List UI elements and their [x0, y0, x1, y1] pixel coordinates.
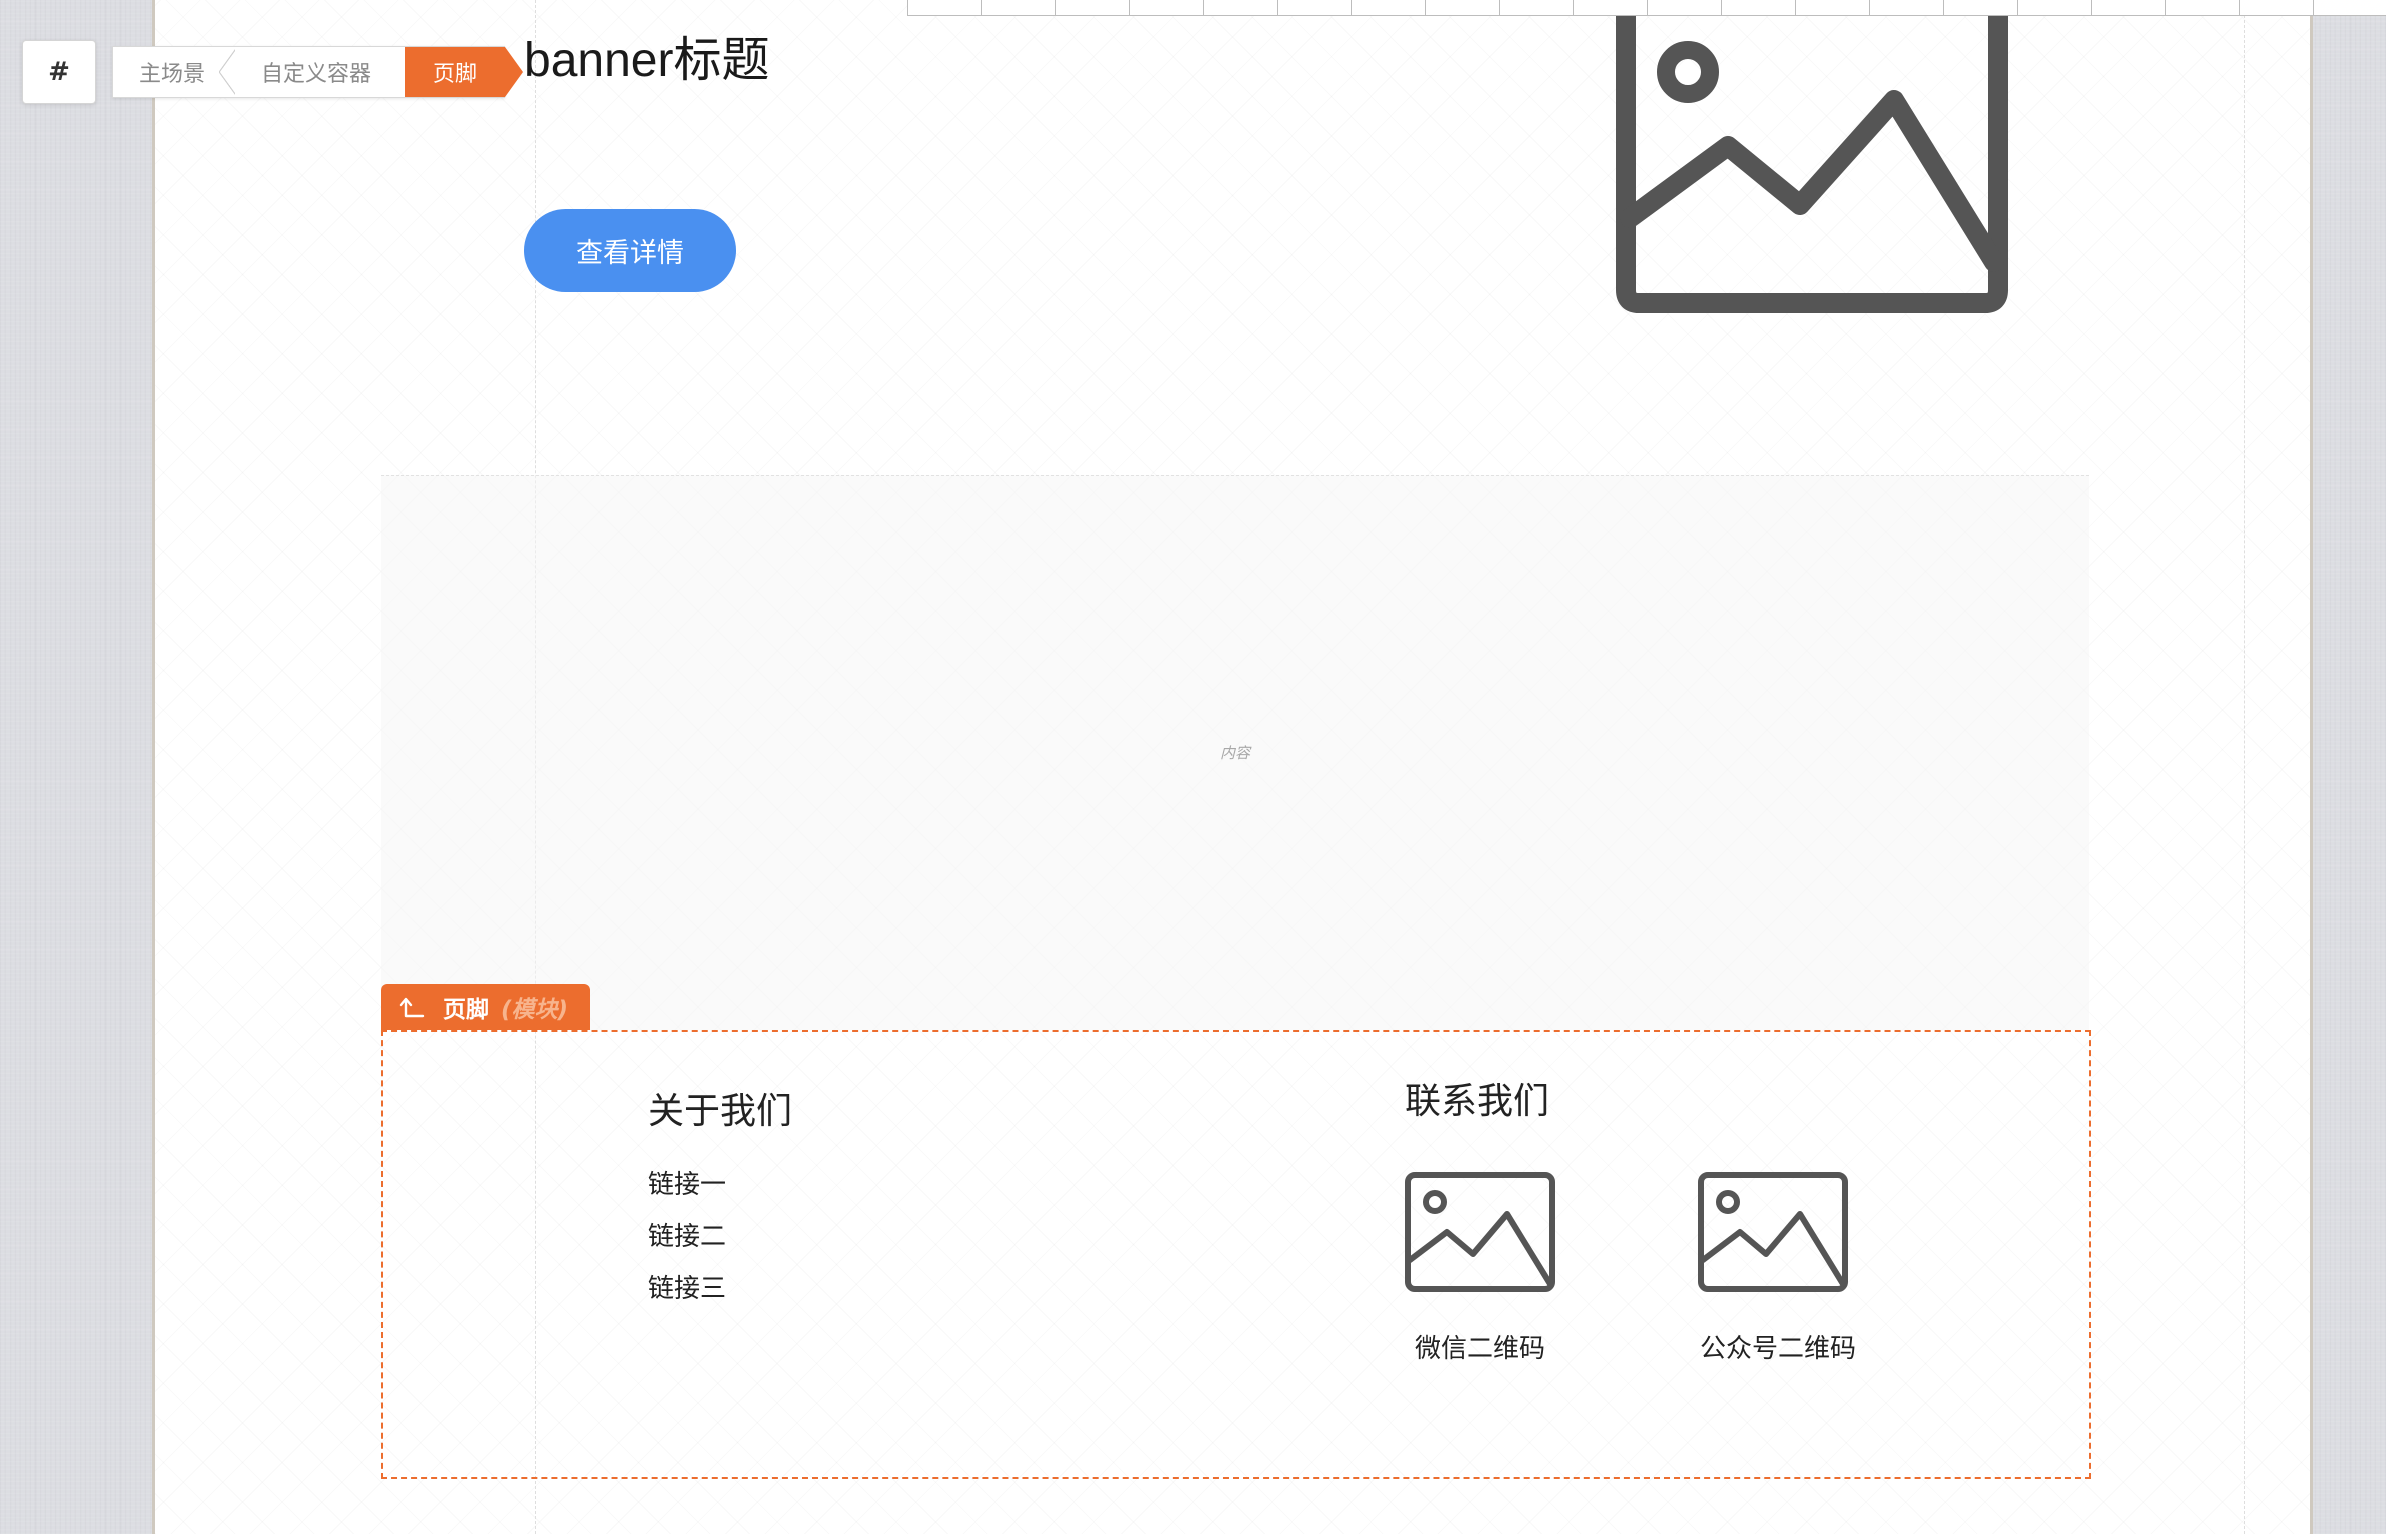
ruler-tick	[1869, 0, 1943, 16]
ruler-tick	[1573, 0, 1647, 16]
module-name: 页脚	[443, 997, 489, 1023]
ruler-tick	[2091, 0, 2165, 16]
breadcrumb-item-main-scene[interactable]: 主场景	[113, 47, 238, 97]
ruler-tick	[907, 0, 981, 16]
ruler-tick	[1203, 0, 1277, 16]
ruler-tick	[1277, 0, 1351, 16]
image-placeholder-icon[interactable]	[1604, 0, 2020, 318]
breadcrumb: 主场景 自定义容器 页脚	[112, 46, 524, 98]
ruler-tick	[1647, 0, 1721, 16]
ruler-tick	[1499, 0, 1573, 16]
official-account-qr-image-icon[interactable]	[1698, 1172, 1848, 1292]
view-details-button[interactable]: 查看详情	[524, 209, 736, 292]
ruler-tick	[2165, 0, 2239, 16]
breadcrumb-item-custom-container[interactable]: 自定义容器	[235, 47, 402, 97]
content-placeholder: 内容	[1219, 744, 1250, 762]
footer-link[interactable]: 链接二	[648, 1216, 726, 1253]
official-account-qr-caption[interactable]: 公众号二维码	[1688, 1328, 1868, 1365]
ruler-tick	[2239, 0, 2313, 16]
ruler-tick	[981, 0, 1055, 16]
banner-title[interactable]: banner标题	[524, 20, 769, 90]
module-type: (模块)	[501, 997, 569, 1023]
anchor-button[interactable]: #	[22, 40, 96, 104]
ruler-tick	[1129, 0, 1203, 16]
top-ruler	[907, 0, 2386, 16]
ruler-tick	[1055, 0, 1129, 16]
view-details-button-label: 查看详情	[576, 238, 684, 269]
about-title[interactable]: 关于我们	[648, 1082, 792, 1134]
contact-title[interactable]: 联系我们	[1405, 1072, 1549, 1124]
ruler-tick	[2017, 0, 2091, 16]
breadcrumb-label: 主场景	[139, 62, 206, 87]
ruler-tick	[1721, 0, 1795, 16]
footer-link[interactable]: 链接一	[648, 1164, 726, 1201]
ruler-tick	[2313, 0, 2386, 16]
breadcrumb-label: 自定义容器	[261, 62, 372, 87]
ruler-tick	[1943, 0, 2017, 16]
content-area[interactable]: 内容	[381, 475, 2089, 1030]
wechat-qr-image-icon[interactable]	[1405, 1172, 1555, 1292]
footer-link[interactable]: 链接三	[648, 1268, 726, 1305]
wechat-qr-caption[interactable]: 微信二维码	[1405, 1328, 1555, 1365]
anchor-button-label: #	[48, 57, 70, 87]
breadcrumb-item-footer[interactable]: 页脚	[405, 47, 524, 97]
ruler-tick	[1351, 0, 1425, 16]
ruler-tick	[1425, 0, 1499, 16]
ruler-tick	[1795, 0, 1869, 16]
footer-module-tag[interactable]: 页脚 (模块)	[381, 984, 591, 1030]
breadcrumb-label: 页脚	[433, 62, 478, 87]
arrow-up-left-icon[interactable]	[399, 994, 425, 1020]
